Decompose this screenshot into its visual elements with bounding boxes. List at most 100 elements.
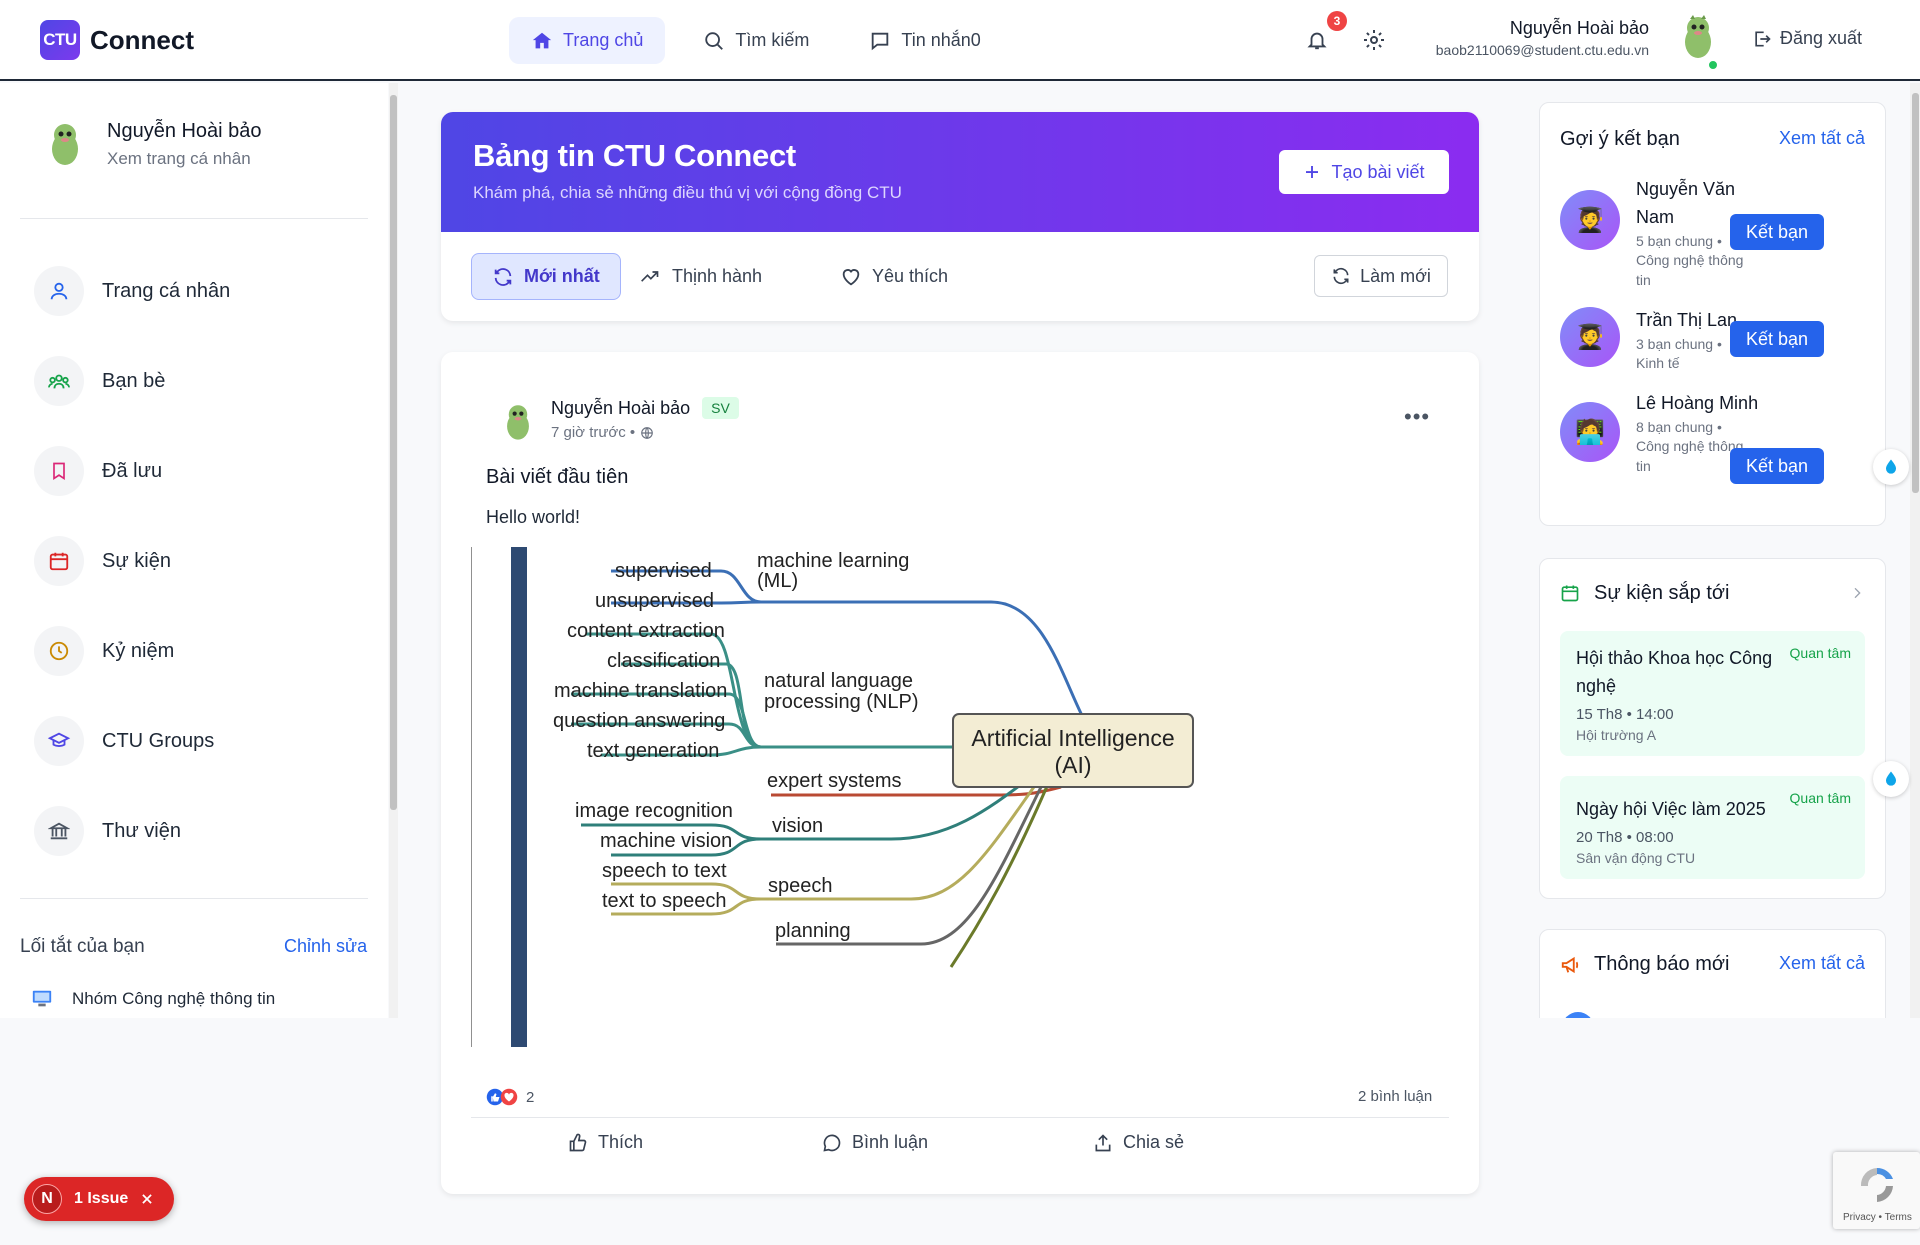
share-button[interactable]: Chia sẻ bbox=[1093, 1132, 1184, 1153]
comment-count[interactable]: 2 bình luận bbox=[1358, 1088, 1432, 1105]
divider bbox=[20, 898, 368, 899]
refresh-icon bbox=[1333, 267, 1349, 285]
tab-trending-label: Thịnh hành bbox=[672, 266, 763, 286]
interest-button[interactable]: Quan tâm bbox=[1790, 645, 1851, 661]
issue-indicator[interactable]: N 1 Issue bbox=[24, 1177, 174, 1221]
post-image[interactable]: Artificial Intelligence (AI) supervised … bbox=[471, 547, 1449, 1047]
issue-logo: N bbox=[32, 1184, 62, 1214]
mindmap-leaf: text to speech bbox=[602, 890, 727, 912]
mindmap-branch: (ML) bbox=[757, 570, 798, 592]
suggestion-name: Lê Hoàng Minh bbox=[1636, 393, 1759, 413]
tab-favorites[interactable]: Yêu thích bbox=[820, 253, 968, 300]
more-options-icon[interactable]: ••• bbox=[1404, 404, 1430, 430]
right-scrollbar[interactable] bbox=[1910, 83, 1920, 1018]
tab-latest-label: Mới nhất bbox=[524, 266, 600, 286]
share-label: Chia sẻ bbox=[1123, 1132, 1185, 1152]
recaptcha-badge[interactable]: Privacy • Terms bbox=[1833, 1152, 1920, 1229]
mindmap-leaf: content extraction bbox=[567, 620, 725, 642]
close-icon[interactable] bbox=[140, 1192, 154, 1206]
see-all-link[interactable]: Xem tất cả bbox=[1779, 953, 1865, 974]
sidebar-item-groups[interactable]: CTU Groups bbox=[34, 716, 214, 766]
home-icon bbox=[532, 32, 552, 48]
like-button[interactable]: Thích bbox=[568, 1132, 643, 1153]
shortcuts-title: Lối tắt của bạn bbox=[20, 936, 145, 957]
logout-icon bbox=[1755, 31, 1771, 46]
see-all-link[interactable]: Xem tất cả bbox=[1779, 128, 1865, 149]
comment-label: Bình luận bbox=[852, 1132, 929, 1152]
droplet-icon[interactable] bbox=[1873, 761, 1909, 797]
user-icon bbox=[50, 282, 68, 300]
shortcuts-edit-link[interactable]: Chỉnh sửa bbox=[284, 936, 367, 957]
interest-button[interactable]: Quan tâm bbox=[1790, 790, 1851, 806]
sidebar-item-profile[interactable]: Trang cá nhân bbox=[34, 266, 230, 316]
tab-latest[interactable]: Mới nhất bbox=[471, 253, 621, 300]
event-item[interactable]: Hội thảo Khoa học Công nghệ 15 Th8 • 14:… bbox=[1560, 631, 1865, 756]
notifications-card: Thông báo mới Xem tất cả bbox=[1539, 929, 1886, 1018]
event-item[interactable]: Ngày hội Việc làm 2025 20 Th8 • 08:00 Sâ… bbox=[1560, 776, 1865, 879]
mindmap-leaf: image recognition bbox=[575, 800, 733, 822]
main-nav: Trang chủ Tìm kiếm Tin nhắn0 bbox=[509, 17, 1003, 64]
mindmap-leaf: machine vision bbox=[600, 830, 732, 852]
suggestion-major: Kinh tế bbox=[1636, 355, 1680, 372]
chevron-right-icon[interactable] bbox=[1849, 585, 1865, 601]
sidebar-scrollbar[interactable] bbox=[389, 83, 398, 1018]
event-date: 20 Th8 • 08:00 bbox=[1576, 828, 1674, 846]
computer-icon bbox=[32, 990, 52, 1007]
sidebar-item-events[interactable]: Sự kiện bbox=[34, 536, 171, 586]
sidebar-item-label: Bạn bè bbox=[102, 369, 166, 392]
add-friend-button[interactable]: Kết bạn bbox=[1730, 448, 1824, 484]
mindmap-branch: planning bbox=[775, 920, 851, 942]
nav-home[interactable]: Trang chủ bbox=[509, 17, 666, 64]
event-title: Hội thảo Khoa học Công nghệ bbox=[1576, 648, 1773, 696]
logo-badge: CTU bbox=[40, 20, 80, 60]
sidebar-item-library[interactable]: Thư viện bbox=[34, 806, 181, 856]
create-post-button[interactable]: Tạo bài viết bbox=[1279, 150, 1449, 194]
mindmap-leaf: machine translation bbox=[554, 680, 727, 702]
bell-icon[interactable] bbox=[1306, 28, 1328, 52]
mindmap-branch: expert systems bbox=[767, 770, 901, 792]
recaptcha-text: Privacy • Terms bbox=[1843, 1212, 1912, 1223]
tab-trending[interactable]: Thịnh hành bbox=[618, 253, 782, 300]
avatar: 🧑‍💻 bbox=[1560, 402, 1620, 462]
shortcut-item[interactable]: Nhóm Công nghệ thông tin bbox=[30, 988, 275, 1010]
logout-button[interactable]: Đăng xuất bbox=[1752, 28, 1862, 49]
avatar: 🧑‍🎓 bbox=[1560, 307, 1620, 367]
nav-search[interactable]: Tìm kiếm bbox=[681, 17, 831, 64]
friends-icon bbox=[48, 374, 70, 389]
sidebar-item-memories[interactable]: Kỷ niệm bbox=[34, 626, 174, 676]
sidebar-item-label: CTU Groups bbox=[102, 729, 215, 752]
nav-messages[interactable]: Tin nhắn0 bbox=[847, 17, 1002, 64]
sidebar-item-saved[interactable]: Đã lưu bbox=[34, 446, 162, 496]
gear-icon[interactable] bbox=[1362, 28, 1386, 52]
share-icon bbox=[1095, 1133, 1111, 1151]
avatar[interactable] bbox=[1673, 12, 1723, 62]
suggestion-mutual: 8 bạn chung • bbox=[1636, 418, 1722, 435]
mindmap-leaf: supervised bbox=[615, 560, 712, 582]
event-place: Hội trường A bbox=[1576, 726, 1657, 743]
divider bbox=[20, 218, 368, 219]
sidebar-item-friends[interactable]: Bạn bè bbox=[34, 356, 165, 406]
comment-button[interactable]: Bình luận bbox=[822, 1132, 928, 1153]
add-friend-button[interactable]: Kết bạn bbox=[1730, 321, 1824, 357]
logout-label: Đăng xuất bbox=[1780, 28, 1863, 48]
online-indicator bbox=[1707, 59, 1719, 71]
avatar bbox=[52, 124, 78, 165]
reaction-summary[interactable]: 2 bbox=[486, 1088, 534, 1106]
role-tag: SV bbox=[702, 397, 739, 419]
post-author[interactable]: Nguyễn Hoài bảo SV 7 giờ trước • bbox=[497, 397, 739, 447]
droplet-icon[interactable] bbox=[1873, 449, 1909, 485]
create-post-label: Tạo bài viết bbox=[1331, 161, 1425, 182]
megaphone-icon bbox=[1561, 956, 1579, 974]
sidebar-profile[interactable]: Nguyễn Hoài bảo Xem trang cá nhân bbox=[40, 119, 262, 169]
event-place: Sân vận động CTU bbox=[1576, 849, 1696, 866]
app-logo[interactable]: CTU Connect bbox=[40, 20, 194, 60]
calendar-icon bbox=[49, 552, 69, 571]
sidebar-item-label: Sự kiện bbox=[102, 549, 171, 572]
add-friend-button[interactable]: Kết bạn bbox=[1730, 214, 1824, 250]
event-title: Ngày hội Việc làm 2025 bbox=[1576, 799, 1766, 819]
user-info[interactable]: Nguyễn Hoài bảo baob2110069@student.ctu.… bbox=[1436, 18, 1649, 58]
refresh-button[interactable]: Làm mới bbox=[1314, 255, 1448, 297]
calendar-icon bbox=[1561, 585, 1579, 602]
friend-suggestions-card: Gợi ý kết bạn Xem tất cả 🧑‍🎓 Nguyễn Văn … bbox=[1539, 102, 1886, 526]
mindmap-branch: natural language bbox=[764, 670, 913, 692]
